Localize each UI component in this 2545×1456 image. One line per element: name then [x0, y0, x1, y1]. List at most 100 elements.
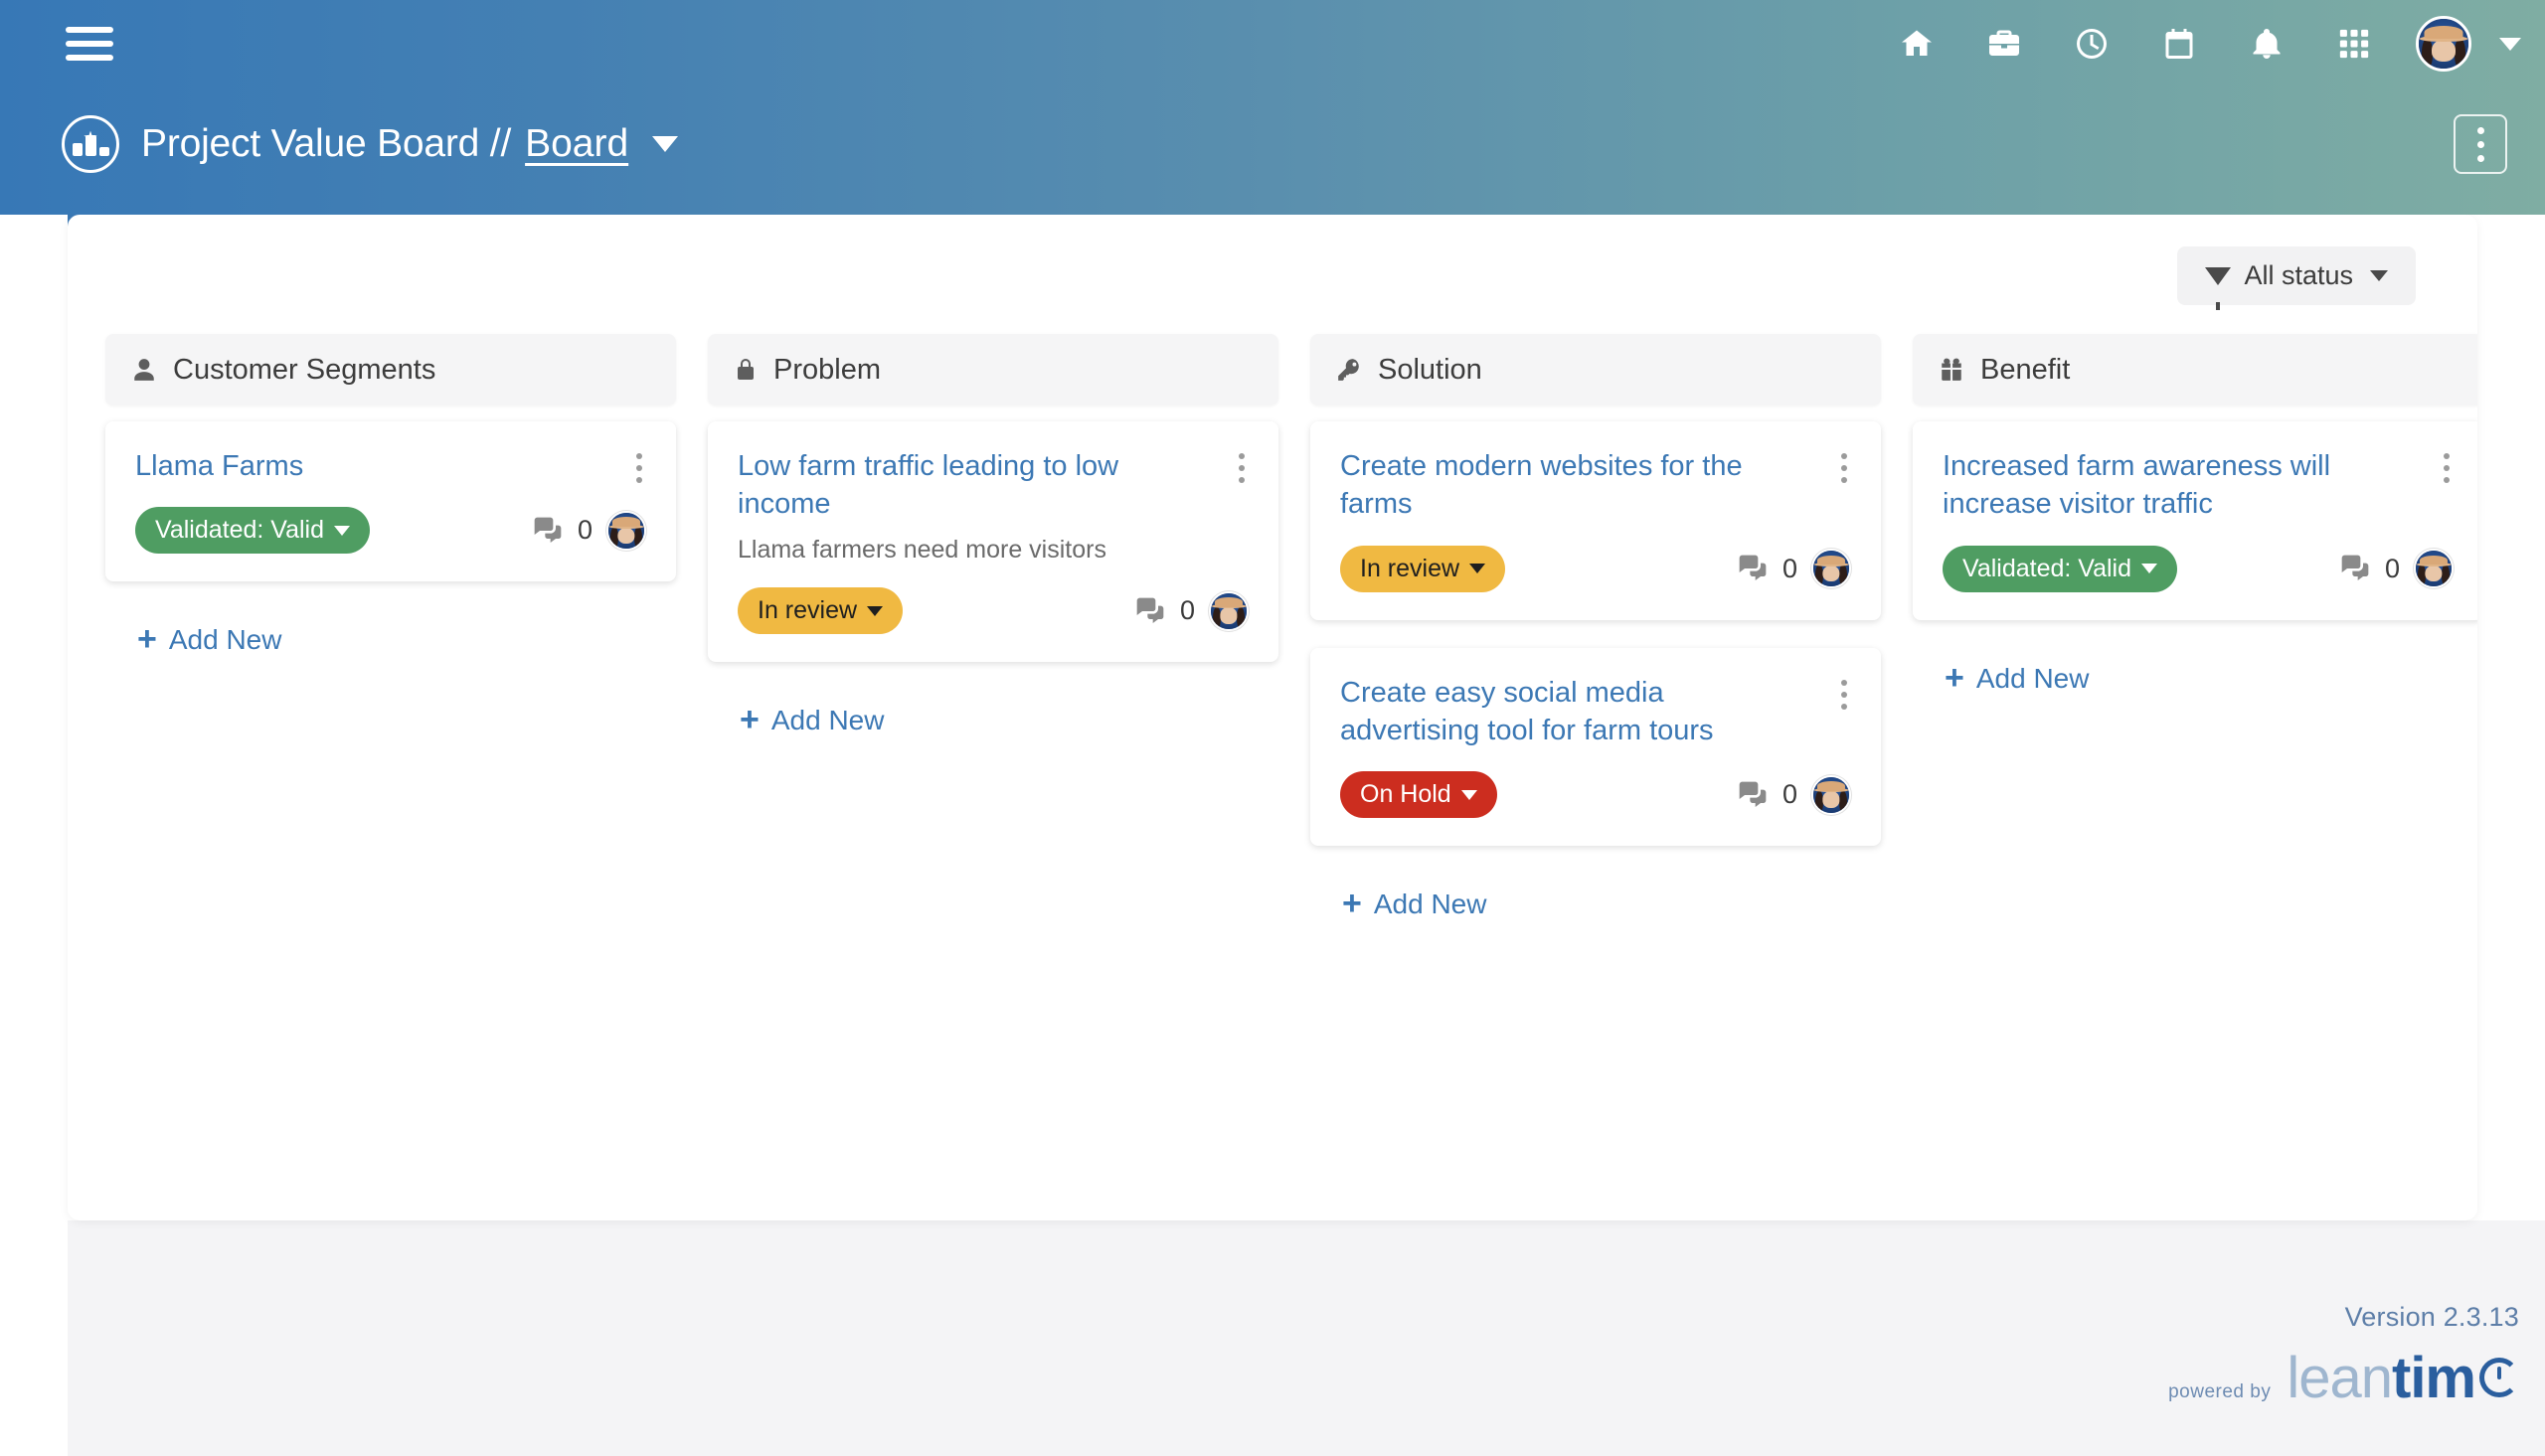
comment-icon [532, 515, 564, 547]
card-footer: Validated: Valid 0 [135, 507, 646, 555]
assignee-avatar[interactable] [1811, 774, 1851, 815]
logo-clock-o-icon [2479, 1358, 2519, 1397]
status-badge[interactable]: On Hold [1340, 771, 1497, 819]
avatar-image [2416, 16, 2471, 72]
board-view-link[interactable]: Board [525, 122, 628, 166]
user-avatar[interactable] [2398, 0, 2489, 87]
home-icon[interactable] [1873, 0, 1960, 87]
plus-icon: + [1945, 658, 1964, 697]
card-title[interactable]: Increased farm awareness will increase v… [1943, 447, 2454, 524]
kanban-column-customer-segments: Customer Segments Llama Farms Validated:… [105, 334, 708, 1220]
card-meta: 0 [1737, 774, 1851, 815]
status-badge[interactable]: In review [1340, 545, 1506, 592]
card-options-icon[interactable] [1831, 672, 1857, 718]
comment-icon [1737, 779, 1769, 811]
board-card[interactable]: Create modern websites for the farms In … [1310, 421, 1881, 620]
powered-by-label: powered by [2168, 1381, 2272, 1402]
column-title: Benefit [1980, 353, 2071, 386]
column-header: Benefit [1913, 334, 2477, 405]
add-new-problem-button[interactable]: + Add New [740, 703, 885, 737]
briefcase-icon[interactable] [1960, 0, 2048, 87]
card-footer: In review 0 [738, 587, 1249, 635]
assignee-avatar[interactable] [1811, 549, 1851, 589]
comment-count: 0 [1782, 553, 1797, 583]
status-badge[interactable]: Validated: Valid [1943, 545, 2178, 592]
status-badge[interactable]: In review [738, 587, 904, 635]
board-panel: All status Customer Segments Llama Farms [68, 215, 2477, 1220]
assignee-avatar[interactable] [1209, 590, 1249, 631]
add-new-benefit-button[interactable]: + Add New [1945, 658, 2090, 697]
card-meta: 0 [1737, 549, 1851, 589]
status-badge-label: In review [1360, 554, 1460, 582]
filter-icon [2205, 266, 2232, 310]
card-title[interactable]: Llama Farms [135, 447, 646, 485]
top-nav-icon-group [1873, 0, 2521, 87]
lock-icon [734, 357, 758, 383]
chevron-down-icon [1460, 789, 1477, 800]
status-badge-label: Validated: Valid [1962, 554, 2132, 582]
bell-icon[interactable] [2223, 0, 2310, 87]
status-badge[interactable]: Validated: Valid [135, 507, 371, 555]
grid-apps-icon[interactable] [2310, 0, 2398, 87]
chevron-down-icon [2141, 564, 2158, 574]
add-new-label: Add New [1975, 662, 2090, 694]
version-label: Version 2.3.13 [2344, 1302, 2519, 1332]
kanban-column-benefit: Benefit Increased farm awareness will in… [1913, 334, 2477, 1220]
calendar-icon[interactable] [2135, 0, 2223, 87]
column-cards: Low farm traffic leading to low income L… [708, 421, 1278, 663]
logo-tim-text: tim [2392, 1346, 2476, 1410]
plus-icon: + [137, 620, 157, 659]
card-options-icon[interactable] [1831, 445, 1857, 491]
board-card[interactable]: Increased farm awareness will increase v… [1913, 421, 2477, 620]
card-footer: On Hold 0 [1340, 771, 1851, 819]
card-options-icon[interactable] [2434, 445, 2460, 491]
card-options-icon[interactable] [1229, 445, 1255, 491]
card-meta: 0 [532, 510, 646, 551]
value-board-icon: ★ [62, 115, 119, 173]
board-card[interactable]: Llama Farms Validated: Valid 0 [105, 421, 676, 582]
plus-icon: + [1342, 885, 1362, 923]
comment-icon [1134, 595, 1166, 627]
project-options-button[interactable] [2454, 114, 2507, 174]
kanban-column-solution: Solution Create modern websites for the … [1310, 334, 1913, 1220]
status-badge-label: In review [758, 596, 858, 625]
page-title: Project Value Board // [141, 122, 512, 165]
footer: Version 2.3.13 powered by lean tim [2168, 1302, 2519, 1411]
chevron-down-icon [2370, 270, 2388, 281]
top-navigation-bar [0, 0, 2545, 87]
card-description: Llama farmers need more visitors [738, 535, 1106, 564]
breadcrumb: ★ Project Value Board // Board [62, 115, 679, 173]
assignee-avatar[interactable] [606, 510, 646, 551]
card-title[interactable]: Low farm traffic leading to low income [738, 447, 1249, 524]
status-filter-dropdown[interactable]: All status [2177, 246, 2416, 310]
add-new-label: Add New [770, 705, 885, 736]
leantime-logo: lean tim [2287, 1345, 2519, 1411]
user-icon [131, 357, 157, 383]
clock-icon[interactable] [2048, 0, 2135, 87]
chevron-down-icon [334, 525, 351, 536]
board-view-chevron-down-icon[interactable] [652, 136, 679, 152]
status-filter-label: All status [2244, 260, 2353, 290]
card-footer: Validated: Valid 0 [1943, 545, 2454, 592]
app-root: ★ Project Value Board // Board All statu… [0, 0, 2545, 1456]
left-gutter [0, 0, 68, 1456]
assignee-avatar[interactable] [2414, 549, 2454, 589]
key-icon [1336, 357, 1362, 383]
comment-icon [2339, 553, 2371, 584]
column-header: Customer Segments [105, 334, 676, 405]
hamburger-menu-icon[interactable] [62, 22, 117, 66]
add-new-solution-button[interactable]: + Add New [1342, 885, 1487, 923]
powered-by-row: powered by lean tim [2168, 1345, 2519, 1411]
board-toolbar: All status [2177, 246, 2416, 310]
user-menu-chevron-down-icon[interactable] [2499, 37, 2521, 51]
column-cards: Llama Farms Validated: Valid 0 [105, 421, 676, 582]
card-options-icon[interactable] [626, 445, 652, 491]
card-title[interactable]: Create modern websites for the farms [1340, 447, 1851, 524]
board-card[interactable]: Low farm traffic leading to low income L… [708, 421, 1278, 663]
add-new-label: Add New [1373, 889, 1487, 920]
board-card[interactable]: Create easy social media advertising too… [1310, 647, 1881, 847]
comment-count: 0 [1179, 595, 1195, 626]
add-new-customer-segments-button[interactable]: + Add New [137, 620, 281, 659]
card-title[interactable]: Create easy social media advertising too… [1340, 674, 1851, 750]
project-header-band: ★ Project Value Board // Board [0, 87, 2545, 215]
